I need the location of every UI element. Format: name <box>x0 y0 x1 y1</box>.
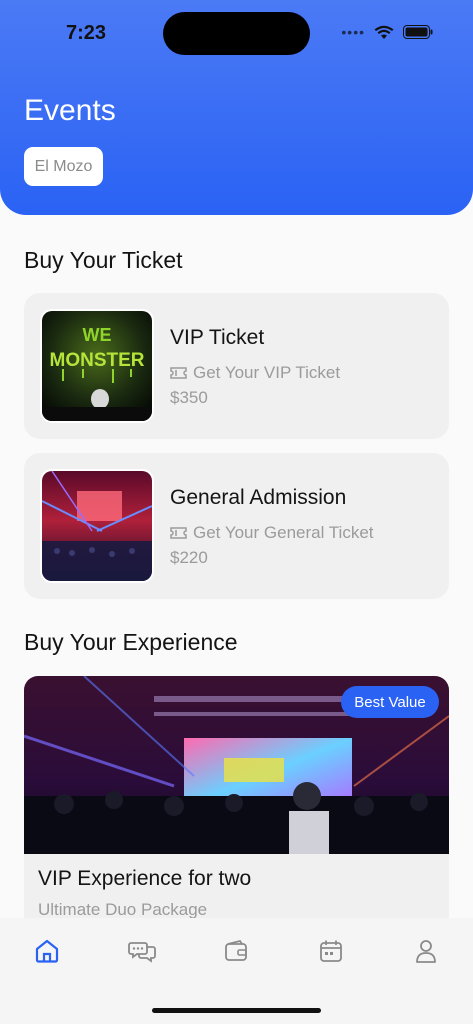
wifi-icon <box>374 25 394 39</box>
page-title: Events <box>24 94 116 127</box>
ticket-price: $220 <box>170 548 208 567</box>
profile-icon <box>416 940 436 963</box>
battery-icon <box>403 25 433 39</box>
general-ticket-card[interactable]: General Admission Get Your General Ticke… <box>24 453 449 599</box>
home-indicator <box>152 1008 321 1013</box>
header: 7:23 •••• Events El Mozo <box>0 0 473 215</box>
vip-ticket-card[interactable]: WE MONSTER VIP Ticket Get Your VIP Ticke… <box>24 293 449 439</box>
ticket-name: General Admission <box>170 486 347 509</box>
best-value-badge: Best Value <box>341 686 439 718</box>
tab-calendar[interactable] <box>316 936 346 966</box>
ticket-price: $350 <box>170 388 208 407</box>
venue-chip[interactable]: El Mozo <box>24 147 103 186</box>
vip-ticket-image: WE MONSTER <box>40 309 154 423</box>
ticket-subtitle: Get Your General Ticket <box>170 523 374 543</box>
experience-subtitle: Ultimate Duo Package <box>38 900 208 919</box>
chat-icon <box>128 942 156 963</box>
ticket-icon <box>170 367 187 379</box>
ticket-subtitle: Get Your VIP Ticket <box>170 363 340 383</box>
home-icon <box>35 939 59 963</box>
calendar-icon <box>320 940 342 962</box>
tab-chat[interactable] <box>127 936 157 966</box>
status-time: 7:23 <box>66 22 107 44</box>
ticket-subtitle-text: Get Your VIP Ticket <box>193 363 341 382</box>
wallet-icon <box>225 939 247 961</box>
cellular-signal-icon: •••• <box>341 24 365 40</box>
experience-title: VIP Experience for two <box>38 867 252 890</box>
dynamic-island <box>163 12 310 55</box>
poster-text-we: WE <box>83 325 112 345</box>
tickets-section-title: Buy Your Ticket <box>24 247 183 273</box>
experience-section-title: Buy Your Experience <box>24 629 238 655</box>
tab-profile[interactable] <box>411 936 441 966</box>
poster-text-monster: MONSTER <box>50 350 145 371</box>
ticket-name: VIP Ticket <box>170 326 265 349</box>
status-icons: •••• <box>341 24 433 40</box>
ticket-subtitle-text: Get Your General Ticket <box>193 523 374 542</box>
general-ticket-image <box>40 469 154 583</box>
ticket-icon <box>170 527 187 539</box>
tab-home[interactable] <box>32 936 62 966</box>
tab-wallet[interactable] <box>221 936 251 966</box>
vip-experience-card[interactable]: Best Value VIP Experience for two Ultima… <box>24 676 449 936</box>
